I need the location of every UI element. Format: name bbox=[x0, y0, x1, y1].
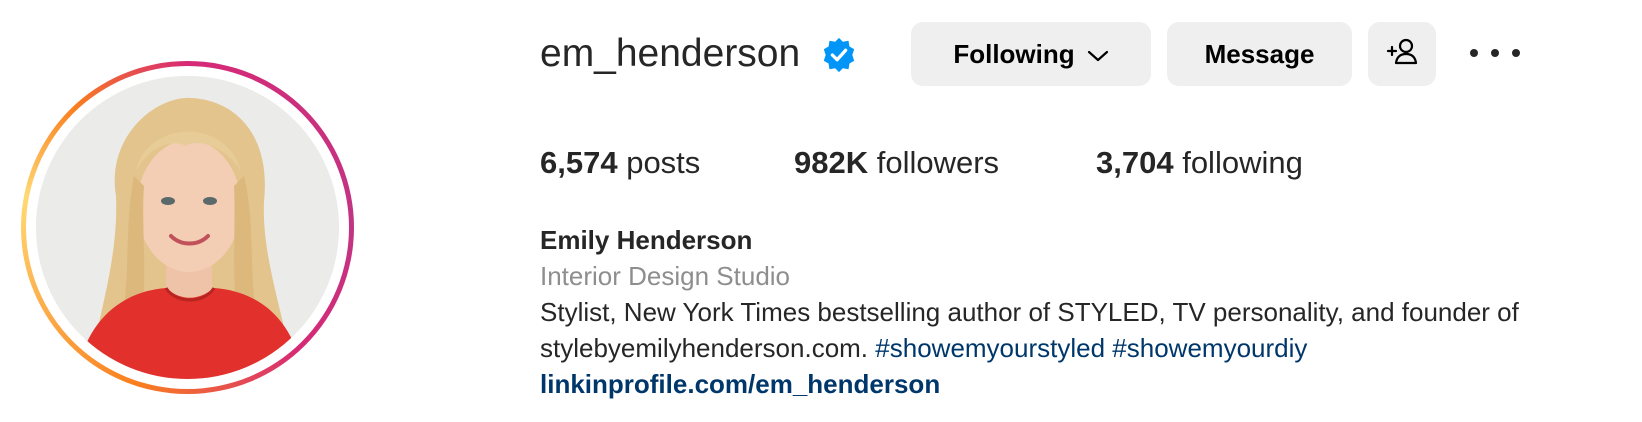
bio-website-text: stylebyemilyhenderson.com. bbox=[540, 333, 869, 363]
profile-category: Interior Design Studio bbox=[540, 261, 791, 291]
avatar-illustration bbox=[36, 76, 339, 379]
story-ring[interactable] bbox=[21, 61, 354, 394]
more-dot bbox=[1512, 49, 1520, 57]
more-dot bbox=[1491, 49, 1499, 57]
profile-external-link[interactable]: linkinprofile.com/em_henderson bbox=[540, 366, 940, 402]
followers-label: followers bbox=[876, 145, 1000, 180]
profile-bio: Stylist, New York Times bestselling auth… bbox=[540, 294, 1519, 366]
message-button-label: Message bbox=[1204, 38, 1315, 69]
verified-badge-icon bbox=[820, 36, 858, 74]
chevron-down-icon bbox=[1087, 39, 1109, 70]
story-ring-gap bbox=[26, 66, 349, 389]
bio-line-2: stylebyemilyhenderson.com. #showemyourst… bbox=[540, 330, 1519, 366]
message-button[interactable]: Message bbox=[1167, 22, 1352, 86]
profile-username: em_henderson bbox=[540, 32, 801, 75]
posts-count: 6,574 bbox=[540, 145, 618, 180]
profile-full-name: Emily Henderson bbox=[540, 225, 753, 255]
following-button[interactable]: Following bbox=[911, 22, 1151, 86]
following-button-label: Following bbox=[953, 38, 1075, 69]
hashtag-link[interactable]: #showemyourstyled bbox=[875, 333, 1105, 363]
avatar[interactable] bbox=[36, 76, 339, 379]
hashtag-link[interactable]: #showemyourdiy bbox=[1112, 333, 1307, 363]
following-stat[interactable]: 3,704 following bbox=[1096, 143, 1303, 183]
posts-label: posts bbox=[626, 145, 701, 180]
followers-count: 982K bbox=[794, 145, 869, 180]
following-label: following bbox=[1182, 145, 1303, 180]
suggest-people-button[interactable] bbox=[1368, 22, 1436, 86]
add-person-icon bbox=[1385, 37, 1419, 72]
following-count: 3,704 bbox=[1096, 145, 1174, 180]
more-options-icon[interactable] bbox=[1470, 38, 1520, 68]
more-dot bbox=[1470, 49, 1478, 57]
posts-stat: 6,574 posts bbox=[540, 143, 700, 183]
followers-stat[interactable]: 982K followers bbox=[794, 143, 999, 183]
bio-line-1: Stylist, New York Times bestselling auth… bbox=[540, 297, 1519, 327]
